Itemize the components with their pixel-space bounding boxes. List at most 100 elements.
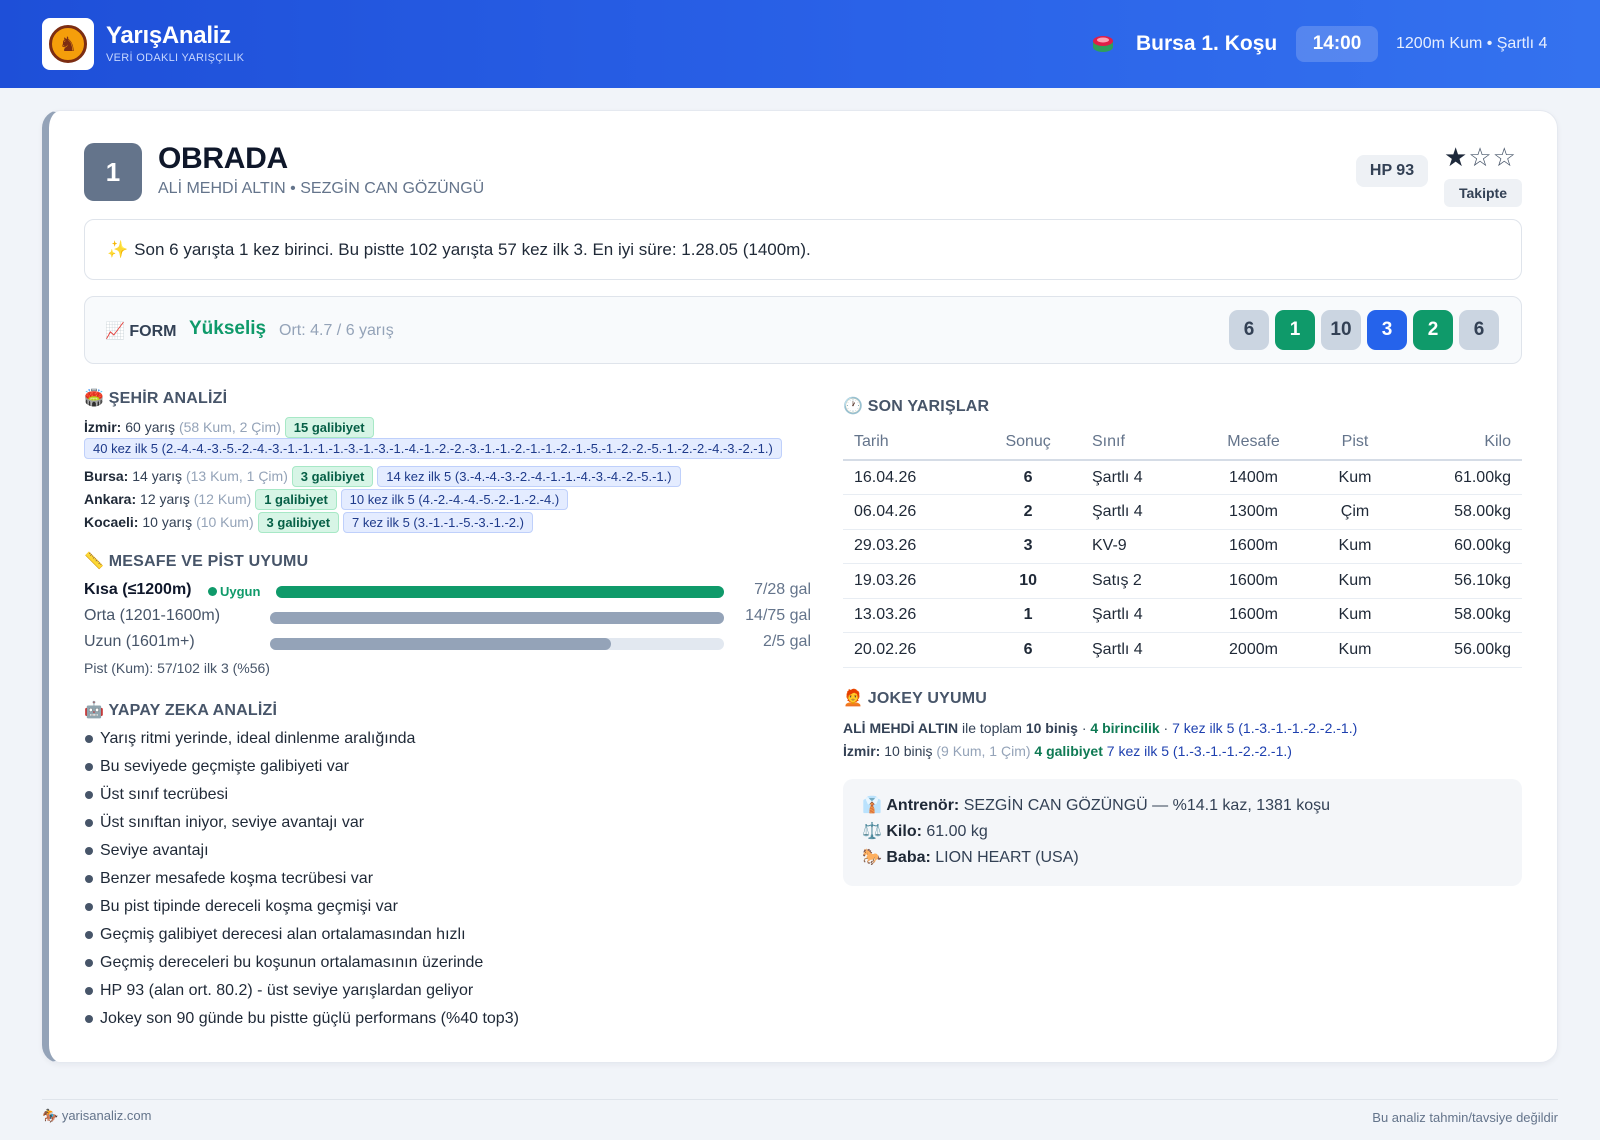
table-header-row: Tarih Sonuç Sınıf Mesafe Pist Kilo	[843, 425, 1522, 461]
top5-tag: 40 kez ilk 5 (2.-4.-4.-3.-5.-2.-4.-3.-1.…	[84, 438, 782, 459]
cell-class: Şartlı 4	[1081, 632, 1196, 668]
distance-row-short: Kısa (≤1200m) Uygun 7/28 gal	[84, 580, 811, 602]
col-track: Pist	[1311, 425, 1399, 461]
table-row[interactable]: 19.03.26 10 Satış 2 1600m Kum 56.10kg	[843, 563, 1522, 599]
chart-up-icon: 📈	[105, 323, 125, 340]
brand: YarışAnaliz VERİ ODAKLI YARIŞÇILIK	[106, 22, 244, 64]
form-average: Ort: 4.7 / 6 yarış	[279, 322, 394, 339]
tie-icon: 👔	[862, 797, 882, 814]
cell-class: Satış 2	[1081, 563, 1196, 599]
race-icon	[1093, 36, 1113, 52]
cell-result: 3	[975, 529, 1081, 564]
ai-analysis-list: Yarış ritmi yerinde, ideal dinlenme aral…	[84, 729, 519, 1037]
star-filled-icon[interactable]: ★	[1444, 142, 1468, 172]
cell-distance: 1600m	[1195, 529, 1312, 564]
cell-track: Çim	[1311, 494, 1399, 530]
jockey-total-line: ALİ MEHDİ ALTIN ile toplam 10 biniş · 4 …	[843, 720, 1358, 736]
city-row: Bursa: 14 yarış (13 Kum, 1 Çim) 3 galibi…	[84, 466, 681, 487]
distance-value: 7/28 gal	[754, 581, 811, 598]
cell-class: Şartlı 4	[1081, 460, 1196, 495]
race-meta: 1200m Kum • Şartlı 4	[1396, 35, 1548, 52]
cell-weight: 60.00kg	[1398, 529, 1522, 564]
form-result-chip: 6	[1459, 310, 1499, 350]
horse-number: 1	[84, 143, 142, 201]
distance-bar	[270, 612, 724, 624]
cell-result: 1	[975, 598, 1081, 633]
ai-analysis-item: Üst sınıftan iniyor, seviye avantajı var	[84, 813, 519, 841]
table-row[interactable]: 13.03.26 1 Şartlı 4 1600m Kum 58.00kg	[843, 598, 1522, 633]
ai-analysis-item: Seviye avantajı	[84, 841, 519, 869]
horse-name: OBRADA	[158, 142, 288, 175]
col-date: Tarih	[843, 425, 976, 461]
ai-analysis-item: Geçmiş dereceleri bu koşunun ortalamasın…	[84, 953, 519, 981]
col-weight: Kilo	[1398, 425, 1522, 461]
cell-track: Kum	[1311, 598, 1399, 633]
summary-text: Son 6 yarışta 1 kez birinci. Bu pistte 1…	[134, 239, 811, 259]
distance-row-mid: Orta (1201-1600m) 14/75 gal	[84, 606, 811, 628]
city-row: İzmir: 60 yarış (58 Kum, 2 Çim) 15 galib…	[84, 417, 811, 459]
distance-value: 14/75 gal	[745, 607, 811, 624]
cell-result: 2	[975, 494, 1081, 530]
cell-date: 29.03.26	[843, 529, 976, 564]
col-result: Sonuç	[975, 425, 1081, 461]
form-label: 📈 FORM	[105, 323, 177, 340]
top5-tag: 14 kez ilk 5 (3.-4.-4.-3.-2.-4.-1.-1.-4.…	[377, 466, 681, 487]
horse-jockey-trainer: ALİ MEHDİ ALTIN • SEZGİN CAN GÖZÜNGÜ	[158, 180, 485, 197]
cell-class: Şartlı 4	[1081, 494, 1196, 530]
cell-result: 6	[975, 460, 1081, 495]
brand-title: YarışAnaliz	[106, 22, 231, 49]
form-result-chip: 3	[1367, 310, 1407, 350]
cell-weight: 61.00kg	[1398, 460, 1522, 495]
jockey-title: 🧑‍🦰 JOKEY UYUMU	[843, 690, 988, 707]
follow-button[interactable]: Takipte	[1444, 179, 1522, 207]
cell-distance: 1400m	[1195, 460, 1312, 495]
cell-result: 6	[975, 632, 1081, 668]
recent-races-title: 🕐 SON YARIŞLAR	[843, 398, 990, 415]
ai-analysis-item: Bu seviyede geçmişte galibiyeti var	[84, 757, 519, 785]
brand-logo[interactable]: ♞	[42, 18, 94, 70]
recent-races-table: Tarih Sonuç Sınıf Mesafe Pist Kilo 16.04…	[843, 425, 1522, 668]
form-box: 📈 FORM Yükseliş Ort: 4.7 / 6 yarış 6 1 10 3…	[84, 296, 1522, 364]
star-empty-icon[interactable]: ☆☆	[1468, 142, 1517, 172]
table-row[interactable]: 20.02.26 6 Şartlı 4 2000m Kum 56.00kg	[843, 632, 1522, 668]
ai-analysis-item: Benzer mesafede koşma tecrübesi var	[84, 869, 519, 897]
ai-analysis-item: HP 93 (alan ort. 80.2) - üst seviye yarı…	[84, 981, 519, 1009]
city-analysis-title: 🏟️ ŞEHİR ANALİZİ	[84, 390, 228, 407]
cell-distance: 1300m	[1195, 494, 1312, 530]
suitable-badge: Uygun	[208, 584, 260, 599]
distance-bar-fill	[270, 612, 724, 624]
cell-date: 20.02.26	[843, 632, 976, 668]
distance-label: Kısa (≤1200m)	[84, 581, 192, 598]
distance-label: Uzun (1601m+)	[84, 633, 195, 650]
table-row[interactable]: 29.03.26 3 KV-9 1600m Kum 60.00kg	[843, 529, 1522, 564]
hp-badge: HP 93	[1356, 155, 1428, 187]
top5-tag: 7 kez ilk 5 (3.-1.-1.-5.-3.-1.-2.)	[343, 512, 533, 533]
cell-date: 06.04.26	[843, 494, 976, 530]
table-row[interactable]: 06.04.26 2 Şartlı 4 1300m Çim 58.00kg	[843, 494, 1522, 530]
cell-weight: 56.10kg	[1398, 563, 1522, 599]
sire-line: 🐎 Baba: LION HEART (USA)	[862, 849, 1079, 866]
form-trend: Yükseliş	[189, 318, 267, 339]
wins-tag: 15 galibiyet	[284, 417, 374, 438]
cell-distance: 2000m	[1195, 632, 1312, 668]
cell-distance: 1600m	[1195, 563, 1312, 599]
cell-date: 16.04.26	[843, 460, 976, 495]
jockey-city-line: İzmir: 10 biniş (9 Kum, 1 Çim) 4 galibiy…	[843, 743, 1292, 759]
table-row[interactable]: 16.04.26 6 Şartlı 4 1400m Kum 61.00kg	[843, 460, 1522, 495]
distance-title: 📏 MESAFE VE PİST UYUMU	[84, 553, 309, 570]
top-bar: ♞ YarışAnaliz VERİ ODAKLI YARIŞÇILIK Bur…	[0, 0, 1600, 88]
scale-icon: ⚖️	[862, 823, 882, 840]
cell-date: 19.03.26	[843, 563, 976, 599]
star-rating[interactable]: ★☆☆	[1444, 142, 1517, 173]
distance-label: Orta (1201-1600m)	[84, 607, 221, 624]
form-results: 6 1 10 3 2 6	[1229, 310, 1499, 350]
cell-track: Kum	[1311, 460, 1399, 495]
horse-icon: 🐎	[862, 849, 882, 866]
cell-class: KV-9	[1081, 529, 1196, 564]
footer-site[interactable]: 🏇 yarisanaliz.com	[42, 1108, 151, 1124]
city-row: Ankara: 12 yarış (12 Kum) 1 galibiyet 10…	[84, 489, 569, 510]
summary-box: ✨ Son 6 yarışta 1 kez birinci. Bu pistte…	[84, 219, 1522, 280]
wins-tag: 1 galibiyet	[255, 489, 337, 510]
distance-row-long: Uzun (1601m+) 2/5 gal	[84, 632, 811, 654]
city-row: Kocaeli: 10 yarış (10 Kum) 3 galibiyet 7…	[84, 512, 533, 533]
